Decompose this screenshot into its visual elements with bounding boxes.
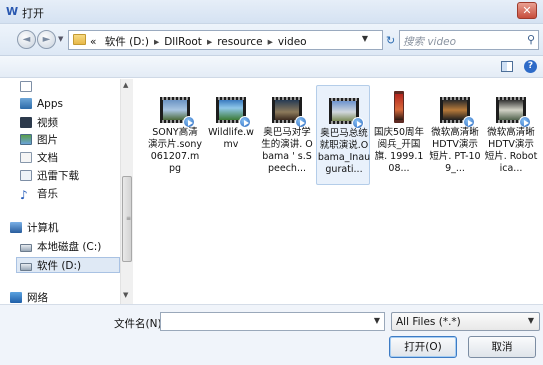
navigation-scrollbar[interactable]: ▲ ≡ ▼: [120, 79, 133, 304]
file-item[interactable]: 国庆50周年阅兵_开国旗. 1999.108...: [372, 85, 426, 185]
sidebar-item-label: 软件 (D:): [37, 260, 82, 272]
cancel-button[interactable]: 取消: [468, 336, 536, 358]
search-icon[interactable]: ⚲: [527, 33, 535, 46]
sidebar-item-pictures[interactable]: 图片: [20, 132, 120, 148]
pictures-icon: [20, 134, 32, 145]
video-file-icon: [496, 97, 531, 128]
sidebar-item-label: Apps: [37, 98, 63, 110]
chevron-down-icon[interactable]: ▼: [528, 316, 534, 325]
filename-dropdown-icon[interactable]: ▼: [374, 316, 380, 325]
file-name: 微软高清晰HDTV演示短片. Robotica...: [484, 127, 538, 174]
breadcrumb-separator-icon[interactable]: ▸: [154, 36, 159, 48]
video-file-icon: [394, 91, 404, 123]
window-title: 打开: [22, 7, 44, 20]
search-placeholder: 搜索 video: [403, 36, 457, 48]
title-bar: W 打开 ✕: [0, 0, 543, 24]
video-file-icon: [440, 97, 475, 128]
file-item[interactable]: 奥巴马对学生的演讲. Obama ' s.Speech...: [260, 85, 314, 185]
sidebar-item-downloads[interactable]: 迅雷下载: [20, 168, 120, 184]
dialog-footer: 文件名(N): ▼ All Files (*.*) ▼ 打开(O) 取消: [0, 304, 543, 365]
file-name: 微软高清晰HDTV演示短片. PT-109_...: [429, 127, 481, 174]
sidebar-item-computer[interactable]: 计算机: [10, 220, 110, 236]
address-bar[interactable]: « 软件 (D:) ▸ DllRoot ▸ resource ▸ video ▼: [68, 30, 383, 50]
sidebar-item-label: 网络: [27, 292, 48, 304]
command-toolbar: ?: [0, 56, 543, 78]
apps-icon: [20, 98, 32, 109]
sidebar-item-label: 音乐: [37, 188, 58, 200]
video-file-icon: [272, 97, 307, 128]
file-list: SONY高清演示片.sony061207.mpg Wildlife.wmv 奥巴…: [134, 79, 543, 304]
video-file-icon: [329, 98, 364, 129]
breadcrumb-item[interactable]: 软件 (D:): [105, 36, 149, 48]
file-item[interactable]: 微软高清晰HDTV演示短片. PT-109_...: [428, 85, 482, 185]
sidebar-item-videos[interactable]: 视频: [20, 115, 120, 131]
network-icon: [10, 292, 22, 303]
sidebar-item-label: 文档: [37, 152, 58, 164]
view-mode-icon[interactable]: [501, 61, 513, 72]
file-name: 国庆50周年阅兵_开国旗. 1999.108...: [373, 127, 425, 174]
filename-label: 文件名(N):: [114, 318, 166, 330]
breadcrumb-separator-icon[interactable]: ▸: [268, 36, 273, 48]
file-type-select[interactable]: All Files (*.*) ▼: [391, 312, 540, 331]
scroll-up-icon[interactable]: ▲: [123, 81, 128, 89]
search-input[interactable]: 搜索 video ⚲: [399, 30, 539, 50]
sidebar-item-label: 视频: [37, 117, 58, 129]
video-library-icon: [20, 117, 32, 128]
sidebar-item-drive-d[interactable]: 软件 (D:): [16, 257, 120, 273]
video-file-icon: [216, 97, 251, 128]
drive-icon: [20, 244, 32, 252]
scrollbar-thumb[interactable]: ≡: [122, 176, 132, 262]
sidebar-item-music[interactable]: ♪ 音乐: [20, 186, 120, 202]
sidebar-item-top[interactable]: [20, 81, 120, 97]
scroll-grip-icon: ≡: [126, 215, 132, 222]
file-item[interactable]: SONY高清演示片.sony061207.mpg: [148, 85, 202, 185]
folder-icon: [73, 34, 86, 45]
recent-locations-dropdown-icon[interactable]: ▼: [58, 35, 63, 43]
help-icon[interactable]: ?: [524, 60, 537, 73]
back-button[interactable]: ◄: [17, 30, 36, 49]
breadcrumb-item[interactable]: DllRoot: [164, 36, 202, 48]
breadcrumb-item[interactable]: resource: [217, 36, 262, 48]
breadcrumb: « 软件 (D:) ▸ DllRoot ▸ resource ▸ video: [90, 34, 307, 49]
navigation-bar: ◄ ► ▼ « 软件 (D:) ▸ DllRoot ▸ resource ▸ video ▼…: [0, 24, 543, 56]
video-file-icon: [160, 97, 195, 128]
filename-input[interactable]: ▼: [160, 312, 385, 331]
sidebar-item-label: 图片: [37, 134, 58, 146]
file-name: Wildlife.wmv: [208, 127, 254, 150]
breadcrumb-item[interactable]: video: [278, 36, 307, 48]
documents-icon: [20, 152, 32, 163]
address-dropdown-icon[interactable]: ▼: [362, 34, 368, 43]
file-item-selected[interactable]: 奥巴马总统就职演说.Obama_Inaugurati...: [316, 85, 370, 185]
forward-button[interactable]: ►: [37, 30, 56, 49]
drive-icon: [20, 263, 32, 271]
file-item[interactable]: 微软高清晰HDTV演示短片. Robotica...: [484, 85, 538, 185]
scroll-down-icon[interactable]: ▼: [123, 291, 128, 299]
doc-icon: [20, 81, 32, 92]
navigation-pane: Apps 视频 图片 文档 迅雷下载 ♪ 音乐 计算机 本地磁盘 (C:) 软件 …: [0, 79, 133, 304]
app-logo-icon: W: [6, 5, 19, 18]
breadcrumb-separator-icon[interactable]: ▸: [207, 36, 212, 48]
file-name: 奥巴马对学生的演讲. Obama ' s.Speech...: [261, 127, 313, 174]
download-folder-icon: [20, 170, 32, 181]
sidebar-item-network[interactable]: 网络: [10, 290, 110, 304]
sidebar-item-apps[interactable]: Apps: [20, 98, 120, 114]
sidebar-item-label: 迅雷下载: [37, 170, 79, 182]
file-name: 奥巴马总统就职演说.Obama_Inaugurati...: [317, 128, 371, 175]
file-name: SONY高清演示片.sony061207.mpg: [148, 127, 202, 174]
file-item[interactable]: Wildlife.wmv: [204, 85, 258, 185]
music-icon: ♪: [20, 188, 28, 202]
sidebar-item-label: 计算机: [27, 222, 59, 234]
refresh-icon[interactable]: ↻: [386, 34, 395, 47]
breadcrumb-overflow[interactable]: «: [90, 36, 96, 48]
close-button[interactable]: ✕: [517, 2, 537, 19]
computer-icon: [10, 222, 22, 233]
open-button[interactable]: 打开(O): [389, 336, 457, 358]
sidebar-item-documents[interactable]: 文档: [20, 150, 120, 166]
sidebar-item-label: 本地磁盘 (C:): [37, 241, 102, 253]
file-type-value: All Files (*.*): [396, 316, 461, 328]
sidebar-item-drive-c[interactable]: 本地磁盘 (C:): [20, 239, 120, 255]
